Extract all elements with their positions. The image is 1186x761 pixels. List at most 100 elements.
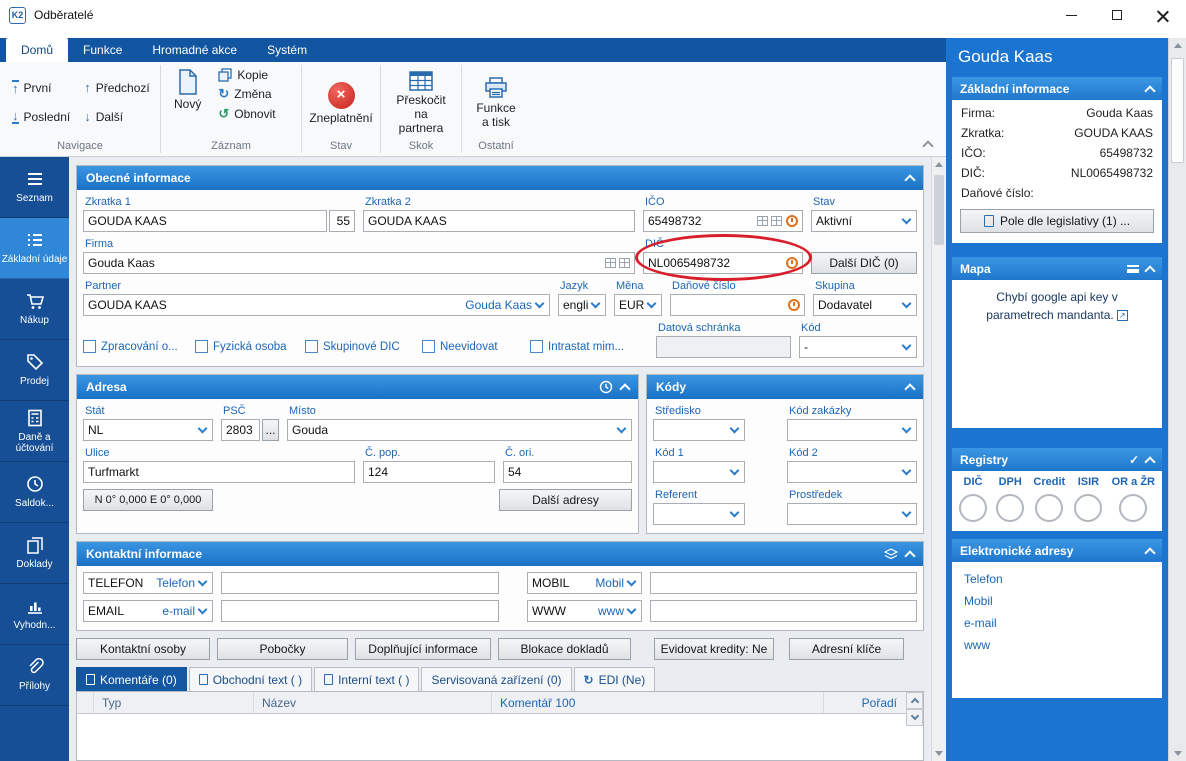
column-komentar[interactable]: Komentář 100	[492, 692, 824, 713]
sidebar-item-doklady[interactable]: Doklady	[0, 523, 69, 584]
status-circle[interactable]	[1119, 494, 1148, 522]
maximize-button[interactable]	[1094, 0, 1140, 30]
phone-input[interactable]	[221, 572, 499, 594]
change-button[interactable]: Změna	[214, 84, 279, 104]
psc-input[interactable]: 2803	[221, 419, 260, 441]
tab-servisovana-zarizeni[interactable]: Servisovaná zařízení (0)	[421, 667, 572, 691]
ulice-input[interactable]: Turfmarkt	[83, 461, 355, 483]
link-email[interactable]: e-mail	[952, 612, 1162, 634]
email-input[interactable]	[221, 600, 499, 622]
partner-input[interactable]: GOUDA KAAS Gouda Kaas	[83, 294, 550, 316]
scroll-down-button[interactable]	[906, 709, 923, 726]
kod1-select[interactable]	[653, 461, 745, 483]
section-header-kontakty[interactable]: Kontaktní informace	[77, 542, 923, 566]
checkbox-fyzicka-osoba[interactable]: Fyzická osoba	[195, 340, 297, 353]
collapse-chevron-icon[interactable]	[1144, 455, 1156, 468]
zkratka1-order-input[interactable]: 55	[329, 210, 355, 232]
collapse-chevron-icon[interactable]	[1144, 264, 1156, 277]
jazyk-select[interactable]: english	[558, 294, 606, 316]
phone-type-select[interactable]: TELEFON Telefon	[83, 572, 213, 594]
www-type-select[interactable]: WWW www	[527, 600, 642, 622]
ribbon-collapse-chevron-icon[interactable]	[922, 140, 934, 152]
collapse-chevron-icon[interactable]	[904, 383, 916, 395]
previous-button[interactable]: Předchozí	[80, 78, 154, 97]
evidovat-kredity-button[interactable]: Evidovat kredity: Ne	[654, 638, 774, 660]
scroll-down-button[interactable]	[1169, 746, 1186, 761]
stat-select[interactable]: NL	[83, 419, 213, 441]
www-input[interactable]	[650, 600, 917, 622]
sidebar-item-vyhodnoceni[interactable]: Vyhodn...	[0, 584, 69, 645]
collapse-chevron-icon[interactable]	[619, 383, 631, 395]
cori-input[interactable]: 54	[503, 461, 632, 483]
scroll-down-button[interactable]	[932, 746, 946, 761]
registry-lookup-icon[interactable]	[757, 216, 768, 226]
datova-schranka-input[interactable]	[656, 336, 791, 358]
status-circle[interactable]	[1074, 494, 1103, 522]
menu-lines-icon[interactable]	[1127, 264, 1139, 273]
sidebar-item-zakladni-udaje[interactable]: Základní údaje	[0, 218, 69, 279]
adresni-klice-button[interactable]: Adresní klíče	[789, 638, 904, 660]
prostredek-select[interactable]	[787, 503, 917, 525]
jump-to-partner-button[interactable]: Přeskočit na partnera	[389, 68, 453, 135]
checkbox-neevidovat[interactable]: Neevidovat	[422, 340, 522, 353]
last-button[interactable]: Poslední	[8, 107, 74, 126]
copy-button[interactable]: Kopie	[214, 66, 279, 84]
scroll-up-button[interactable]	[1169, 38, 1186, 53]
section-header-kody[interactable]: Kódy	[647, 375, 923, 399]
status-circle[interactable]	[1035, 494, 1064, 522]
scrollbar-thumb[interactable]	[1171, 58, 1184, 163]
panel-section-header-registry[interactable]: Registry	[952, 448, 1162, 471]
sidebar-item-dane-a-uctovani[interactable]: Daně a účtování	[0, 401, 69, 462]
dic-input[interactable]: NL0065498732	[643, 252, 803, 274]
tab-obchodni-text[interactable]: Obchodní text ( )	[188, 667, 313, 691]
sidebar-item-prilohy[interactable]: Přílohy	[0, 645, 69, 706]
sidebar-item-saldokonto[interactable]: Saldok...	[0, 462, 69, 523]
doplnujici-informace-button[interactable]: Doplňující informace	[355, 638, 491, 660]
status-circle[interactable]	[996, 494, 1025, 522]
mobile-input[interactable]	[650, 572, 917, 594]
close-button[interactable]	[1140, 0, 1186, 30]
sidebar-item-seznam[interactable]: Seznam	[0, 157, 69, 218]
partner-link[interactable]: Gouda Kaas	[465, 298, 532, 312]
firma-input[interactable]: Gouda Kaas	[83, 252, 635, 274]
link-www[interactable]: www	[952, 634, 1162, 656]
kod-zakazky-select[interactable]	[787, 419, 917, 441]
kontaktni-osoby-button[interactable]: Kontaktní osoby	[76, 638, 210, 660]
checkbox-skupinove-dic[interactable]: Skupinové DIČ	[305, 340, 414, 353]
email-type-select[interactable]: EMAIL e-mail	[83, 600, 213, 622]
status-circle[interactable]	[959, 494, 987, 522]
panel-section-header-mapa[interactable]: Mapa	[952, 257, 1162, 280]
panel-section-header-zakladni[interactable]: Základní informace	[952, 77, 1162, 100]
tab-edi[interactable]: EDI (Ne)	[573, 667, 656, 691]
sidebar-item-prodej[interactable]: Prodej	[0, 340, 69, 401]
invalidate-button[interactable]: Zneplatnění	[304, 79, 377, 126]
section-header-obecne[interactable]: Obecné informace	[77, 166, 923, 190]
skupina-select[interactable]: Dodavatel	[813, 294, 917, 316]
scroll-up-button[interactable]	[932, 157, 946, 172]
link-telefon[interactable]: Telefon	[952, 568, 1162, 590]
zkratka1-input[interactable]: GOUDA KAAS	[83, 210, 327, 232]
referent-select[interactable]	[653, 503, 745, 525]
link-mobil[interactable]: Mobil	[952, 590, 1162, 612]
collapse-chevron-icon[interactable]	[904, 550, 916, 562]
kod-select[interactable]: -	[799, 336, 917, 358]
dalsi-adresy-button[interactable]: Další adresy	[499, 489, 632, 511]
danove-cislo-input[interactable]	[670, 294, 805, 316]
registry-lookup-icon[interactable]	[605, 258, 616, 268]
first-button[interactable]: První	[8, 78, 74, 97]
column-nazev[interactable]: Název	[254, 692, 492, 713]
dalsi-dic-button[interactable]: Další DIČ (0)	[811, 252, 917, 274]
form-lookup-icon[interactable]	[771, 216, 782, 226]
kod2-select[interactable]	[787, 461, 917, 483]
misto-select[interactable]: Gouda	[287, 419, 632, 441]
history-clock-icon[interactable]	[786, 257, 798, 269]
tab-funkce[interactable]: Funkce	[68, 38, 137, 62]
pobocky-button[interactable]: Pobočky	[217, 638, 348, 660]
gps-coordinates-button[interactable]: N 0° 0,000 E 0° 0,000	[83, 489, 213, 511]
layers-icon[interactable]	[884, 548, 898, 560]
next-button[interactable]: Další	[80, 107, 154, 126]
column-typ[interactable]: Typ	[94, 692, 254, 713]
psc-more-button[interactable]: ...	[262, 419, 279, 441]
scroll-up-button[interactable]	[906, 692, 923, 709]
checkbox-intrastat[interactable]: Intrastat mim...	[530, 340, 648, 353]
